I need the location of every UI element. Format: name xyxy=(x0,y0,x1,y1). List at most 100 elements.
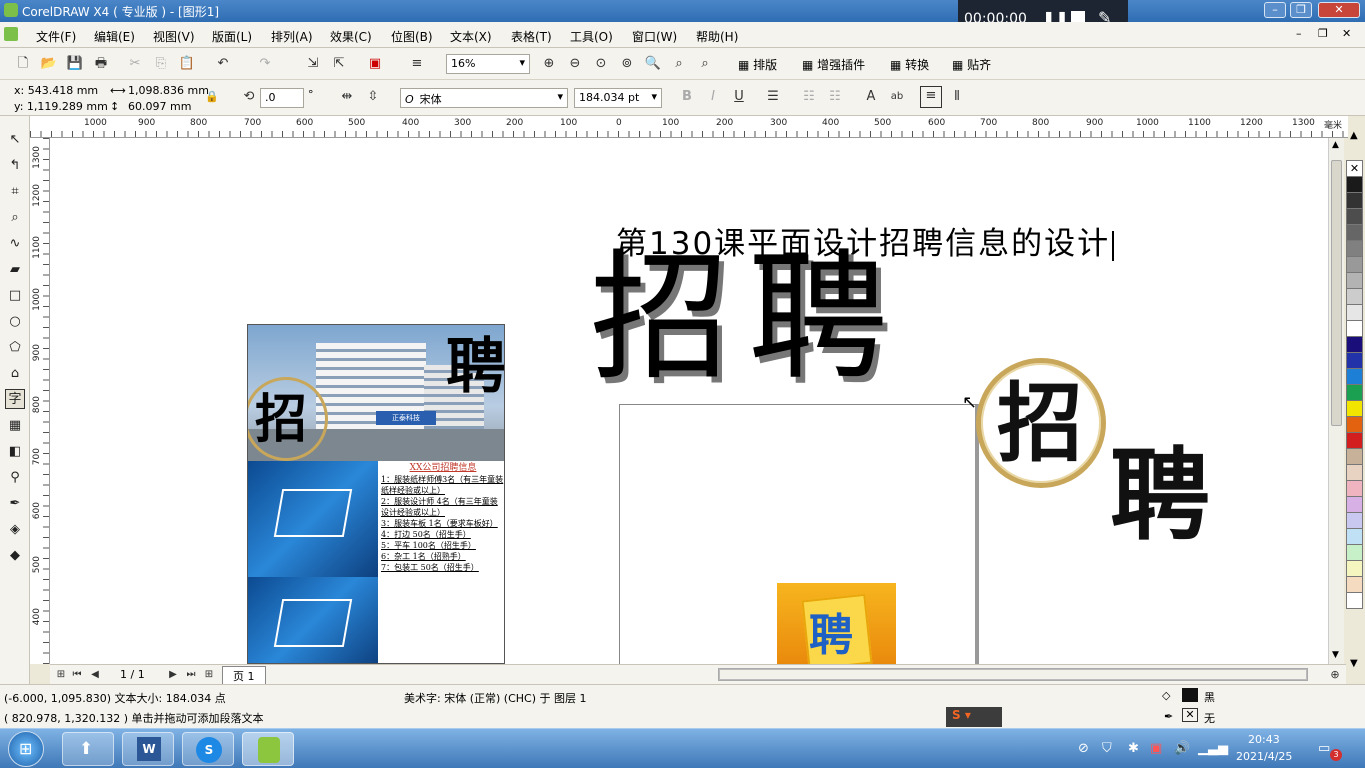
palette-swatch[interactable] xyxy=(1346,208,1363,225)
palette-scroll-up-icon[interactable]: ▲ xyxy=(1350,130,1358,141)
italic-icon[interactable]: I xyxy=(704,88,722,106)
doc-minimize-button[interactable]: – xyxy=(1296,27,1302,40)
zoom-page-icon[interactable]: 🔍 xyxy=(644,55,662,73)
print-icon[interactable]: 🖶 xyxy=(92,55,110,73)
doc-close-button[interactable]: ✕ xyxy=(1342,27,1351,40)
pick-tool-icon[interactable]: ↖ xyxy=(5,130,25,150)
palette-swatch[interactable] xyxy=(1346,352,1363,369)
palette-swatch[interactable] xyxy=(1346,544,1363,561)
edit-text-icon[interactable]: ab xyxy=(888,88,906,106)
interactive-fill-icon[interactable]: ◆ xyxy=(5,546,25,566)
no-color-swatch[interactable]: ✕ xyxy=(1346,160,1363,177)
width-value[interactable]: 1,098.836 mm xyxy=(128,84,209,97)
taskbar-app-1[interactable]: ⬆ xyxy=(62,732,114,766)
palette-swatch[interactable] xyxy=(1346,464,1363,481)
taskbar-word[interactable]: W xyxy=(122,732,174,766)
tray-shield-icon[interactable]: ⛉ xyxy=(1102,741,1112,756)
palette-swatch[interactable] xyxy=(1346,320,1363,337)
menu-help[interactable]: 帮助(H) xyxy=(696,28,738,45)
shape-tool-icon[interactable]: ↰ xyxy=(5,156,25,176)
height-value[interactable]: 60.097 mm xyxy=(128,100,191,113)
taskbar-sogou[interactable]: S xyxy=(182,732,234,766)
eyedropper-icon[interactable]: ⚲ xyxy=(5,468,25,488)
palette-swatch[interactable] xyxy=(1346,496,1363,513)
horizontal-ruler[interactable]: 1000 900 800 700 600 500 400 300 200 100… xyxy=(30,116,1348,138)
palette-swatch[interactable] xyxy=(1346,384,1363,401)
bold-icon[interactable]: B xyxy=(678,88,696,106)
publish-icon[interactable]: ▣ xyxy=(366,55,384,73)
clock-time[interactable]: 20:43 xyxy=(1248,733,1280,746)
horizontal-scrollbar[interactable] xyxy=(718,668,1308,681)
tray-bluetooth-icon[interactable]: ✱ xyxy=(1128,741,1139,756)
menu-effects[interactable]: 效果(C) xyxy=(330,28,372,45)
ring-image[interactable]: 招 xyxy=(976,358,1106,488)
clock-date[interactable]: 2021/4/25 xyxy=(1236,750,1292,763)
copy-icon[interactable]: ⎘ xyxy=(152,55,170,73)
color-palette[interactable]: ✕ xyxy=(1346,160,1365,660)
open-icon[interactable]: 📂 xyxy=(40,55,58,73)
zoom-in-icon[interactable]: ⊕ xyxy=(540,55,558,73)
smart-fill-icon[interactable]: ▰ xyxy=(5,260,25,280)
menu-edit[interactable]: 编辑(E) xyxy=(94,28,135,45)
palette-swatch[interactable] xyxy=(1346,336,1363,353)
tray-network-icon[interactable]: ⊘ xyxy=(1078,741,1089,756)
snap-button[interactable]: ▦ 贴齐 xyxy=(952,56,991,73)
align-icon[interactable]: ☰ xyxy=(764,88,782,106)
first-page-icon[interactable]: ⏮ xyxy=(68,666,86,684)
drawing-canvas[interactable]: 第130课平面设计招聘信息的设计 招聘 聘 招 聘 正泰科技 聘 招 XX公司招… xyxy=(50,138,1328,664)
palette-swatch[interactable] xyxy=(1346,176,1363,193)
palette-swatch[interactable] xyxy=(1346,368,1363,385)
zoom-selected-icon[interactable]: ⊙ xyxy=(592,55,610,73)
rotate-icon[interactable]: ⟲ xyxy=(240,88,258,106)
palette-swatch[interactable] xyxy=(1346,592,1363,609)
doc-restore-button[interactable]: ❐ xyxy=(1318,27,1328,40)
lock-icon[interactable]: 🔒 xyxy=(203,88,221,106)
zoom-all-icon[interactable]: ⊚ xyxy=(618,55,636,73)
rectangle-tool-icon[interactable]: □ xyxy=(5,286,25,306)
menu-layout[interactable]: 版面(L) xyxy=(212,28,252,45)
polygon-tool-icon[interactable]: ⬠ xyxy=(5,338,25,358)
palette-swatch[interactable] xyxy=(1346,432,1363,449)
taskbar-coreldraw[interactable] xyxy=(242,732,294,766)
menu-text[interactable]: 文本(X) xyxy=(450,28,492,45)
interactive-tool-icon[interactable]: ◧ xyxy=(5,442,25,462)
fill-tool-icon[interactable]: ◈ xyxy=(5,520,25,540)
last-page-icon[interactable]: ⏭ xyxy=(182,666,200,684)
vertical-ruler[interactable]: 1300 1200 1100 1000 900 800 700 600 500 … xyxy=(30,138,50,664)
zoom-tool-icon[interactable]: ⌕ xyxy=(5,208,25,228)
big-title[interactable]: 招聘 xyxy=(590,244,906,394)
poster[interactable]: 正泰科技 聘 招 XX公司招聘信息 1：服装纸样师傅3名（有三年童装纸样经验或以… xyxy=(247,324,505,664)
menu-bitmaps[interactable]: 位图(B) xyxy=(391,28,433,45)
fill-swatch[interactable] xyxy=(1182,688,1198,702)
angle-field[interactable]: .0 xyxy=(260,88,304,108)
palette-swatch[interactable] xyxy=(1346,272,1363,289)
dropcap-icon[interactable]: ☷ xyxy=(826,88,844,106)
side-char[interactable]: 聘 xyxy=(1110,426,1210,566)
menu-arrange[interactable]: 排列(A) xyxy=(271,28,313,45)
underline-icon[interactable]: U xyxy=(730,88,748,106)
mirror-h-icon[interactable]: ⇹ xyxy=(338,88,356,106)
palette-swatch[interactable] xyxy=(1346,304,1363,321)
x-position[interactable]: x: 543.418 mm xyxy=(14,84,98,97)
palette-swatch[interactable] xyxy=(1346,192,1363,209)
palette-swatch[interactable] xyxy=(1346,448,1363,465)
redo-icon[interactable]: ↷ xyxy=(256,55,274,73)
bullet-icon[interactable]: ☷ xyxy=(800,88,818,106)
tray-alert-icon[interactable]: ▣ xyxy=(1150,741,1162,756)
save-icon[interactable]: 💾 xyxy=(66,55,84,73)
convert-button[interactable]: ▦ 转换 xyxy=(890,56,929,73)
minimize-button[interactable]: – xyxy=(1264,2,1286,18)
next-page-icon[interactable]: ▶ xyxy=(164,666,182,684)
font-size-select[interactable]: 184.034 pt ▾ xyxy=(574,88,662,108)
horizontal-text-icon[interactable]: ≡ xyxy=(920,86,942,108)
new-icon[interactable]: 🗋 xyxy=(14,55,32,73)
palette-swatch[interactable] xyxy=(1346,288,1363,305)
export-icon[interactable]: ⇱ xyxy=(330,55,348,73)
palette-swatch[interactable] xyxy=(1346,256,1363,273)
zoom-height-icon[interactable]: ⌕ xyxy=(696,55,714,73)
zoom-out-icon[interactable]: ⊖ xyxy=(566,55,584,73)
tray-volume-icon[interactable]: 🔊 xyxy=(1174,741,1190,756)
palette-swatch[interactable] xyxy=(1346,528,1363,545)
tray-signal-icon[interactable]: ▁▃▅ xyxy=(1198,741,1228,756)
mirror-v-icon[interactable]: ⇳ xyxy=(364,88,382,106)
